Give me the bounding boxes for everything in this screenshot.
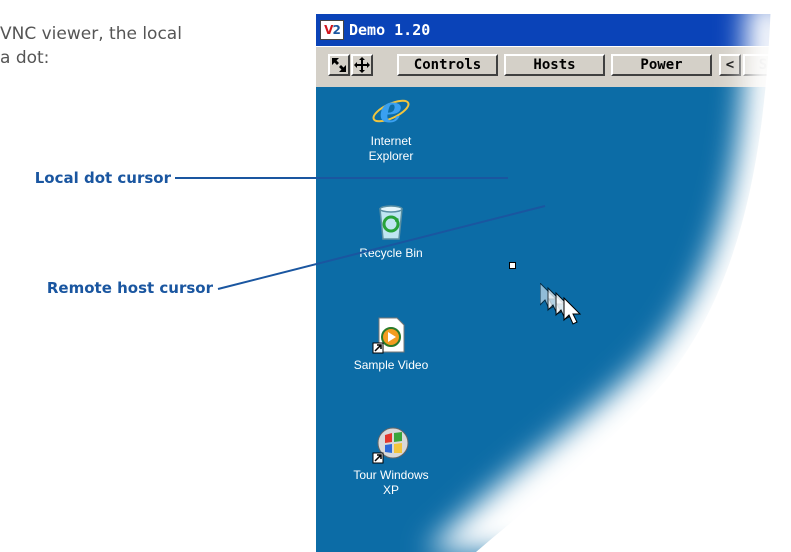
desktop-icon-recycle-bin[interactable]: Recycle Bin xyxy=(331,203,451,261)
internet-explorer-icon: e xyxy=(371,89,411,131)
window-titlebar[interactable]: V2 Demo 1.20 xyxy=(316,14,791,46)
vnc-toolbar: Controls Hosts Power < S xyxy=(316,46,791,87)
move-window-button[interactable] xyxy=(351,54,373,76)
desktop-icon-sample-video[interactable]: Sample Video xyxy=(331,315,451,373)
windows-tour-icon xyxy=(371,425,411,465)
icon-label: Tour Windows XP xyxy=(353,468,429,497)
intro-line-1: VNC viewer, the local xyxy=(0,24,182,44)
hosts-button[interactable]: Hosts xyxy=(504,54,605,76)
shrink-window-button[interactable] xyxy=(328,54,350,76)
shrink-arrows-icon xyxy=(331,57,347,73)
media-file-icon xyxy=(371,315,411,355)
document-intro: VNC viewer, the local a dot: xyxy=(0,22,182,70)
desktop-icon-internet-explorer[interactable]: e Internet Explorer xyxy=(331,89,451,164)
svg-text:e: e xyxy=(380,91,403,131)
move-arrows-icon xyxy=(354,57,370,73)
icon-label: Internet Explorer xyxy=(368,134,414,163)
intro-line-2: a dot: xyxy=(0,48,50,68)
toolbar-scroll-left-button[interactable]: < xyxy=(719,54,741,76)
callout-local-dot-cursor: Local dot cursor xyxy=(34,169,171,187)
callout-remote-host-cursor: Remote host cursor xyxy=(46,279,213,297)
icon-label: Recycle Bin xyxy=(359,246,423,260)
remote-desktop[interactable]: e Internet Explorer Recycle Bin Sample V… xyxy=(316,87,791,552)
controls-button[interactable]: Controls xyxy=(397,54,498,76)
vnc-logo: V2 xyxy=(320,20,344,40)
local-dot-cursor xyxy=(509,262,516,269)
recycle-bin-icon xyxy=(371,203,411,243)
vnc-viewer-window: V2 Demo 1.20 Controls Hosts Power < S e … xyxy=(316,0,791,552)
window-title: Demo 1.20 xyxy=(349,21,431,39)
toolbar-next-button[interactable]: S xyxy=(743,54,783,76)
icon-label: Sample Video xyxy=(353,358,429,372)
power-button[interactable]: Power xyxy=(611,54,712,76)
cursor-arrow-icon xyxy=(539,281,582,325)
desktop-icon-tour-windows-xp[interactable]: Tour Windows XP xyxy=(331,425,451,498)
remote-host-cursor xyxy=(539,281,600,337)
